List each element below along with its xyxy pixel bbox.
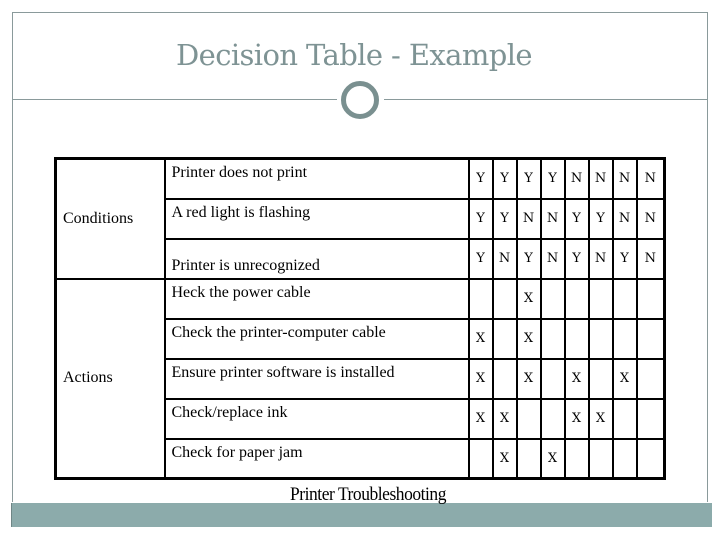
condition-value: Y: [491, 157, 518, 200]
condition-value: N: [563, 157, 590, 200]
action-mark: X: [587, 397, 614, 440]
condition-value: Y: [515, 237, 542, 280]
action-mark: X: [515, 317, 542, 360]
footer-band: [11, 503, 712, 527]
condition-value: N: [539, 237, 566, 280]
action-mark: [635, 317, 666, 360]
action-row-label: Heck the power cable: [163, 277, 470, 320]
action-mark: [539, 317, 566, 360]
slide-title: Decision Table - Example: [176, 38, 533, 72]
action-mark: [467, 437, 494, 480]
condition-row-label: Printer is unrecognized: [163, 237, 470, 280]
condition-value: Y: [611, 237, 638, 280]
action-mark: [635, 437, 666, 480]
condition-value: Y: [563, 197, 590, 240]
action-mark: [611, 437, 638, 480]
condition-value: Y: [467, 157, 494, 200]
condition-value: Y: [587, 197, 614, 240]
action-mark: [611, 277, 638, 320]
condition-value: N: [635, 237, 666, 280]
action-row-label: Check for paper jam: [163, 437, 470, 480]
action-mark: X: [491, 397, 518, 440]
condition-value: N: [587, 157, 614, 200]
action-mark: [491, 357, 518, 400]
action-mark: X: [539, 437, 566, 480]
condition-row-label: Printer does not print: [163, 157, 470, 200]
action-row-label: Ensure printer software is installed: [163, 357, 470, 400]
action-mark: [539, 277, 566, 320]
decision-table: Conditions Printer does not print Y Y Y Y N N N N…: [54, 157, 666, 480]
condition-value: N: [539, 197, 566, 240]
action-mark: [563, 277, 590, 320]
action-mark: X: [515, 357, 542, 400]
action-mark: X: [563, 357, 590, 400]
action-mark: [563, 437, 590, 480]
action-mark: [587, 317, 614, 360]
condition-value: N: [635, 197, 666, 240]
action-mark: [491, 277, 518, 320]
condition-row-label: A red light is flashing: [163, 197, 470, 240]
condition-value: N: [611, 197, 638, 240]
condition-value: N: [611, 157, 638, 200]
action-mark: [611, 317, 638, 360]
action-mark: [515, 437, 542, 480]
condition-value: N: [515, 197, 542, 240]
condition-value: Y: [515, 157, 542, 200]
action-mark: X: [467, 397, 494, 440]
table-caption: Printer Troubleshooting: [290, 484, 446, 505]
action-mark: [539, 397, 566, 440]
condition-value: Y: [491, 197, 518, 240]
title-divider-left: [12, 99, 337, 100]
condition-value: Y: [467, 197, 494, 240]
action-mark: [587, 357, 614, 400]
action-row-label: Check the printer-computer cable: [163, 317, 470, 360]
condition-value: N: [491, 237, 518, 280]
action-mark: [587, 277, 614, 320]
action-mark: [539, 357, 566, 400]
action-mark: X: [491, 437, 518, 480]
action-mark: [515, 397, 542, 440]
title-divider-right: [384, 99, 708, 100]
action-mark: [491, 317, 518, 360]
action-row-label: Check/replace ink: [163, 397, 470, 440]
action-mark: [611, 397, 638, 440]
condition-value: Y: [563, 237, 590, 280]
condition-value: Y: [539, 157, 566, 200]
action-mark: [563, 317, 590, 360]
condition-row: Conditions Printer does not print Y Y Y Y N N N N: [54, 157, 666, 280]
condition-value: N: [635, 157, 666, 200]
action-row: Actions Heck the power cable X: [54, 277, 666, 480]
action-mark: X: [515, 277, 542, 320]
condition-value: Y: [467, 237, 494, 280]
condition-value: N: [587, 237, 614, 280]
action-mark: [587, 437, 614, 480]
action-mark: X: [611, 357, 638, 400]
action-mark: [635, 277, 666, 320]
action-mark: X: [467, 317, 494, 360]
action-mark: [635, 397, 666, 440]
action-mark: X: [467, 357, 494, 400]
actions-group-label: Actions: [54, 277, 166, 480]
action-mark: X: [563, 397, 590, 440]
action-mark: [635, 357, 666, 400]
conditions-group-label: Conditions: [54, 157, 166, 280]
circle-ornament-icon: [341, 81, 379, 119]
action-mark: [467, 277, 494, 320]
